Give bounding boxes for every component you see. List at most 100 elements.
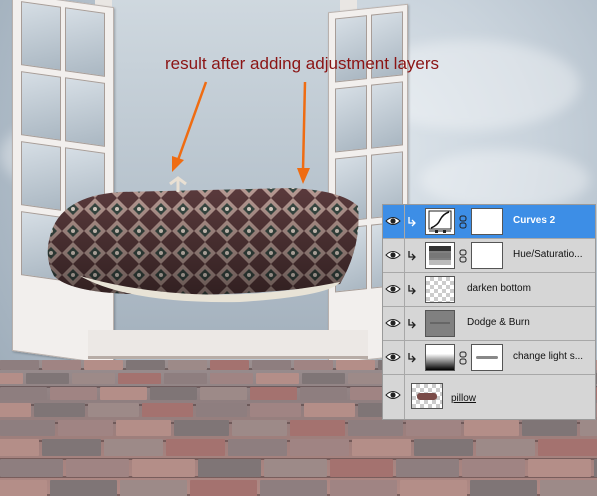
floor-brick [168,360,207,370]
layer-mask-thumbnail[interactable] [471,242,503,269]
eye-visibility-icon[interactable] [385,349,401,365]
floor-brick [330,480,397,496]
column-divider [404,205,405,238]
clipping-mask-icon [408,251,416,261]
floor-brick [164,373,207,385]
floor-brick [0,373,23,385]
eye-visibility-icon[interactable] [385,315,401,331]
annotation-text: result after adding adjustment layers [165,54,440,73]
layer-name[interactable]: Curves 2 [513,215,555,226]
hue-saturation-adjustment-icon[interactable] [425,242,455,269]
floor-brick [260,480,327,496]
column-divider [404,273,405,306]
floor-brick [0,420,55,436]
column-divider [404,341,405,374]
floor-brick [166,439,225,456]
floor-brick [0,459,63,478]
floor-brick [0,403,31,418]
floor-brick [26,373,69,385]
floor-brick [232,420,287,436]
link-chain-icon[interactable] [459,249,467,263]
layer-row-change-light[interactable]: change light s... [383,341,595,375]
floor-brick [476,439,535,456]
floor-brick [0,387,47,401]
floor-brick [198,459,261,478]
floor-brick [50,387,97,401]
layer-mask-thumbnail[interactable] [471,344,503,371]
floor-brick [126,360,165,370]
eye-visibility-icon[interactable] [385,281,401,297]
floor-brick [210,360,249,370]
floor-brick [72,373,115,385]
column-divider [404,239,405,272]
eye-visibility-icon[interactable] [385,387,401,403]
floor-brick [250,387,297,401]
floor-brick [250,403,301,418]
floor-brick [470,480,537,496]
floor-brick [330,459,393,478]
layer-name[interactable]: darken bottom [467,283,531,294]
layer-row-dodge-burn[interactable]: Dodge & Burn [383,307,595,341]
floor-brick [302,373,345,385]
window-sill [88,330,368,359]
gradient-fill-thumbnail[interactable] [425,344,455,371]
floor-brick [34,403,85,418]
floor-brick [150,387,197,401]
floor-brick [290,439,349,456]
transparent-thumbnail[interactable] [425,276,455,303]
floor-brick [264,459,327,478]
layer-row-curves-2[interactable]: Curves 2 [383,205,595,239]
floor-brick [580,420,597,436]
floor-brick [528,459,591,478]
floor-brick [116,420,171,436]
curves-adjustment-icon[interactable] [425,208,455,235]
floor-brick [304,403,355,418]
column-divider [404,375,405,419]
layer-name[interactable]: Dodge & Burn [467,317,530,328]
floor-brick [396,459,459,478]
sky-cloud [420,150,590,210]
floor-brick [300,387,347,401]
floor-brick [540,480,597,496]
floor-brick [406,420,461,436]
floor-brick [120,480,187,496]
floor-brick [200,387,247,401]
layer-row-pillow[interactable]: pillow [383,375,595,419]
floor-brick [210,373,253,385]
floor-brick [42,439,101,456]
layer-name[interactable]: Hue/Saturatio... [513,249,582,260]
floor-brick [414,439,473,456]
floor-brick [0,480,47,496]
floor-brick [84,360,123,370]
pillow-thumbnail[interactable] [411,383,443,409]
eye-visibility-icon[interactable] [385,247,401,263]
floor-brick [294,360,333,370]
floor-brick [538,439,597,456]
floor-brick [88,403,139,418]
floor-brick [462,459,525,478]
floor-brick [0,360,39,370]
layer-name[interactable]: pillow [451,393,476,404]
floor-brick [42,360,81,370]
link-chain-icon[interactable] [459,215,467,229]
layer-name[interactable]: change light s... [513,351,583,362]
floor-brick [104,439,163,456]
floor-brick [522,420,577,436]
layer-row-darken-bottom[interactable]: darken bottom [383,273,595,307]
layer-row-hue-saturation[interactable]: Hue/Saturatio... [383,239,595,273]
floor-brick [132,459,195,478]
column-divider [404,307,405,340]
floor-brick [228,439,287,456]
clipping-mask-icon [408,353,416,363]
clipping-mask-icon [408,285,416,295]
layer-mask-thumbnail[interactable] [471,208,503,235]
link-chain-icon[interactable] [459,351,467,365]
floor-brick [464,420,519,436]
gray-fill-thumbnail[interactable] [425,310,455,337]
eye-visibility-icon[interactable] [385,213,401,229]
floor-brick [190,480,257,496]
floor-brick [352,439,411,456]
annotation-arrow-left [172,81,208,172]
floor-brick [50,480,117,496]
annotation-arrow-right [297,81,310,184]
